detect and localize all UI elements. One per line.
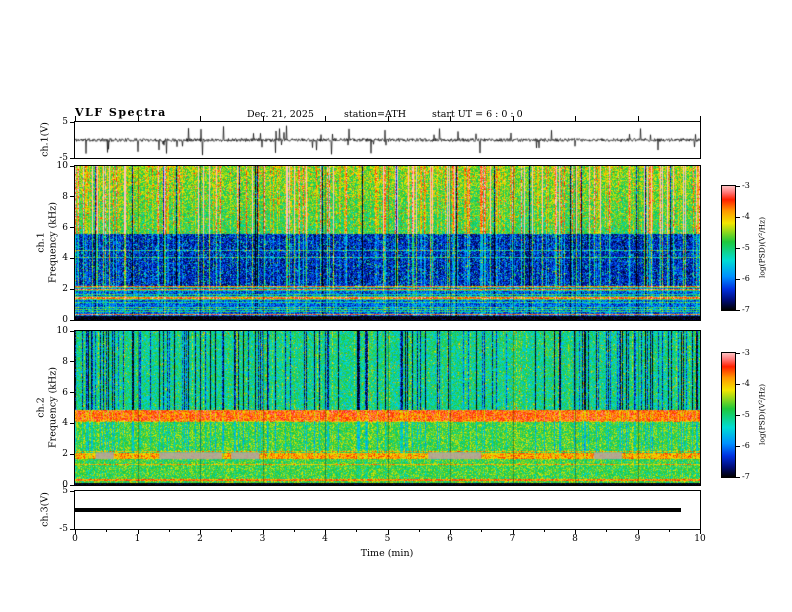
x-axis-minor-tick-mark — [543, 529, 545, 532]
x-axis-minor-tick-mark — [418, 529, 420, 532]
colorbar1-tick-mark — [736, 309, 740, 311]
colorbar2-tick-label: -5 — [742, 410, 750, 419]
x-axis-tick-label: 5 — [384, 534, 391, 544]
x-axis-tick-label: 6 — [447, 534, 453, 544]
ch2-frequency-axis-tick-label: 10 — [56, 326, 68, 336]
colorbar1-tick-mark — [736, 216, 740, 218]
x-axis-top-tick-mark — [575, 116, 576, 121]
x-axis-minor-tick-mark — [606, 529, 608, 532]
colorbar2-tick-mark — [736, 352, 740, 354]
chart-title: VLF Spectra — [75, 106, 167, 119]
colorbar1-tick-mark — [736, 278, 740, 280]
ch2-frequency-axis-tick-label: 8 — [62, 356, 68, 367]
x-axis-minor-tick-mark — [481, 529, 483, 532]
ch1-voltage-axis-tick-label: 5 — [62, 117, 68, 127]
colorbar2-tick-mark — [736, 414, 740, 416]
ch1-frequency-axis-tick-mark — [70, 319, 75, 321]
ch3-voltage-axis-tick-label: -5 — [59, 524, 68, 534]
x-axis-top-tick-mark — [200, 116, 201, 121]
ch3-signal-line — [75, 508, 682, 512]
colorbar1-tick-label: -4 — [742, 212, 750, 221]
ch1-frequency-axis-tick-mark — [70, 288, 75, 290]
x-axis-label: Time (min) — [360, 548, 414, 559]
colorbar1-tick-label: -3 — [742, 181, 750, 190]
ch2-frequency-axis-tick-label: 6 — [62, 387, 68, 398]
start-ut-label: start UT = 6 : 0 : 0 — [432, 109, 523, 120]
station-label: station=ATH — [344, 109, 406, 120]
colorbar2-tick-label: -6 — [742, 441, 750, 450]
colorbar1-tick-label: -7 — [742, 305, 750, 314]
colorbar2-tick-mark — [736, 383, 740, 385]
x-axis-top-tick-mark — [262, 116, 264, 121]
x-axis-tick-label: 1 — [134, 534, 141, 544]
colorbar1-frame — [721, 185, 736, 311]
ch2-frequency-axis-tick-mark — [70, 422, 75, 424]
ch1-frequency-axis-tick-label: 2 — [62, 284, 68, 295]
x-axis-minor-tick-mark — [356, 529, 358, 532]
ch2-frequency-axis-tick-label: 2 — [62, 449, 68, 460]
x-axis-top-tick-mark — [325, 116, 326, 121]
colorbar1-tick-mark — [736, 247, 740, 249]
ch2-frequency-axis-tick-mark — [70, 484, 75, 486]
ch2-frequency-axis-tick-mark — [70, 330, 75, 332]
x-axis-minor-tick-mark — [231, 529, 233, 532]
x-axis-tick-label: 2 — [197, 534, 203, 544]
x-axis-tick-label: 3 — [259, 534, 266, 544]
x-axis-tick-label: 7 — [509, 534, 516, 544]
colorbar2-tick-label: -3 — [742, 348, 750, 357]
ch2-frequency-axis-tick-mark — [70, 392, 75, 394]
ch1-frequency-axis-tick-label: 8 — [62, 191, 68, 202]
ch1-frequency-axis-tick-label: 6 — [62, 222, 68, 233]
x-axis-tick-label: 0 — [72, 534, 78, 544]
ch2-frequency-axis-tick-label: 4 — [62, 418, 68, 429]
date-label: Dec. 21, 2025 — [247, 109, 314, 120]
ch3-voltage-axis-tick-label: 5 — [62, 486, 68, 496]
x-axis-tick-label: 4 — [322, 534, 328, 544]
x-axis-tick-label: 9 — [634, 534, 641, 544]
colorbar2-frame — [721, 352, 736, 478]
colorbar1-tick-mark — [736, 185, 740, 187]
x-axis-top-tick-mark — [637, 116, 639, 121]
x-axis-top-tick-mark — [75, 116, 76, 121]
ch2-frequency-axis-tick-mark — [70, 453, 75, 455]
ch1-frequency-axis-tick-mark — [70, 227, 75, 229]
ch2-spectrogram-panel-frame — [74, 330, 701, 486]
colorbar1-tick-label: -5 — [742, 243, 750, 252]
x-axis-minor-tick-mark — [168, 529, 170, 532]
ch3-voltage-axis-tick-mark — [70, 528, 75, 530]
x-axis-tick-label: 10 — [694, 534, 706, 544]
x-axis-top-tick-mark — [387, 116, 389, 121]
x-axis-minor-tick-mark — [106, 529, 108, 532]
ch1-frequency-axis-tick-label: 4 — [62, 253, 68, 264]
spec2-channel-label: ch.2 — [35, 397, 47, 418]
colorbar2-tick-mark — [736, 445, 740, 447]
ch1-waveform-panel-frame — [74, 121, 701, 159]
x-axis-minor-tick-mark — [293, 529, 295, 532]
ch1-voltage-axis-tick-mark — [70, 157, 75, 159]
x-axis-top-tick-mark — [512, 116, 514, 121]
ch1-frequency-axis-tick-label: 0 — [62, 315, 68, 325]
x-axis-tick-label: 8 — [572, 534, 578, 544]
x-axis-top-tick-mark — [450, 116, 451, 121]
x-axis-minor-tick-mark — [668, 529, 670, 532]
ch1-spectrogram-panel-frame — [74, 165, 701, 321]
ch1-frequency-axis-tick-mark — [70, 165, 75, 167]
colorbar2-tick-mark — [736, 476, 740, 478]
vlf-spectra-figure: VLF Spectra Dec. 21, 2025 station=ATH st… — [0, 0, 792, 612]
spec1-channel-label: ch.1 — [35, 232, 47, 253]
colorbar1-tick-label: -6 — [742, 274, 750, 283]
ch3-voltage-axis-tick-mark — [70, 490, 75, 492]
colorbar2-tick-label: -7 — [742, 472, 750, 481]
ch1-frequency-axis-tick-label: 10 — [56, 161, 68, 171]
ch1-voltage-axis-tick-mark — [70, 121, 75, 123]
colorbar2-tick-label: -4 — [742, 379, 750, 388]
ch2-frequency-axis-tick-mark — [70, 361, 75, 363]
ch1-frequency-axis-tick-mark — [70, 196, 75, 198]
x-axis-top-tick-mark — [137, 116, 139, 121]
x-axis-top-tick-mark — [700, 116, 701, 121]
ch1-frequency-axis-tick-mark — [70, 257, 75, 259]
